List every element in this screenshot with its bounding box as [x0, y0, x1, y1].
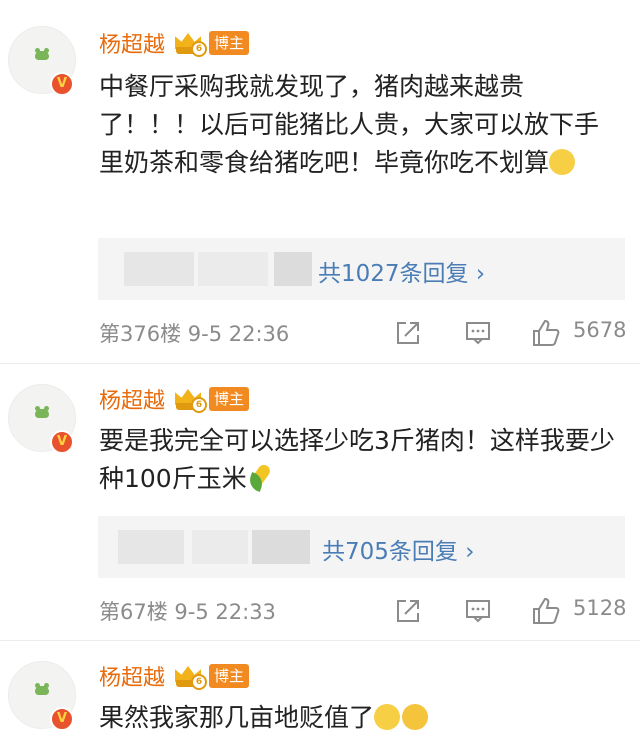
comment-icon[interactable]: [465, 320, 491, 346]
reply-box[interactable]: 共1027条回复 ›: [98, 238, 625, 300]
thumbs-up-icon[interactable]: [531, 596, 561, 626]
frog-icon: [35, 683, 49, 695]
like-count: 5128: [573, 596, 627, 620]
comment-text-content: 果然我家那几亩地贬值了: [99, 703, 375, 732]
thumbs-up-icon[interactable]: [531, 318, 561, 348]
chevron-right-icon: ›: [475, 261, 486, 287]
view-replies-link[interactable]: 共705条回复 ›: [322, 532, 474, 566]
name-row: 杨超越 6 博主: [99, 27, 250, 59]
comment-meta: 第67楼 9-5 22:33 5128: [99, 596, 629, 626]
corn-emoji-icon: [246, 462, 277, 492]
share-icon[interactable]: [395, 320, 421, 346]
blogger-badge: 博主: [209, 387, 250, 411]
sad-face-emoji-icon: [374, 704, 401, 730]
crying-face-emoji-icon: [402, 704, 429, 730]
comment-text-content: 中餐厅采购我就发现了，猪肉越来越贵了！！！以后可能猪比人贵，大家可以放下手里奶茶…: [99, 72, 600, 177]
blogger-badge: 博主: [209, 31, 250, 55]
username[interactable]: 杨超越: [99, 660, 165, 692]
reply-box[interactable]: 共705条回复 ›: [98, 516, 625, 578]
comment-icon[interactable]: [465, 598, 491, 624]
share-icon[interactable]: [395, 598, 421, 624]
crown-icon: 6: [173, 662, 208, 690]
thinking-face-emoji-icon: [549, 149, 576, 175]
frog-icon: [35, 406, 49, 418]
comment-meta: 第376楼 9-5 22:36 5678: [99, 318, 629, 348]
floor-time: 第67楼 9-5 22:33: [99, 600, 276, 624]
username[interactable]: 杨超越: [99, 383, 165, 415]
verified-badge: V: [50, 72, 74, 96]
blogger-badge: 博主: [209, 664, 250, 688]
comment-text-content: 要是我完全可以选择少吃3斤猪肉！这样我要少种100斤玉米: [99, 426, 615, 493]
comment-text: 果然我家那几亩地贬值了: [99, 699, 619, 737]
username[interactable]: 杨超越: [99, 27, 165, 59]
floor-time: 第376楼 9-5 22:36: [99, 322, 290, 346]
verified-badge: V: [50, 430, 74, 454]
comment-item: V 杨超越 6 博主 要是我完全可以选择少吃3斤猪肉！这样我要少种100斤玉米 …: [0, 364, 640, 640]
chevron-right-icon: ›: [465, 539, 475, 565]
comment-text: 要是我完全可以选择少吃3斤猪肉！这样我要少种100斤玉米: [99, 422, 619, 498]
crown-icon: 6: [173, 385, 208, 413]
crown-icon: 6: [173, 29, 208, 57]
comment-item: V 杨超越 6 博主 中餐厅采购我就发现了，猪肉越来越贵了！！！以后可能猪比人贵…: [0, 0, 640, 362]
view-replies-link[interactable]: 共1027条回复 ›: [318, 254, 485, 288]
comment-item: V 杨超越 6 博主 果然我家那几亩地贬值了: [0, 641, 640, 747]
verified-badge: V: [50, 707, 74, 731]
frog-icon: [35, 48, 49, 60]
like-count: 5678: [573, 318, 627, 342]
name-row: 杨超越 6 博主: [99, 660, 250, 692]
name-row: 杨超越 6 博主: [99, 383, 250, 415]
comment-text: 中餐厅采购我就发现了，猪肉越来越贵了！！！以后可能猪比人贵，大家可以放下手里奶茶…: [99, 68, 619, 182]
